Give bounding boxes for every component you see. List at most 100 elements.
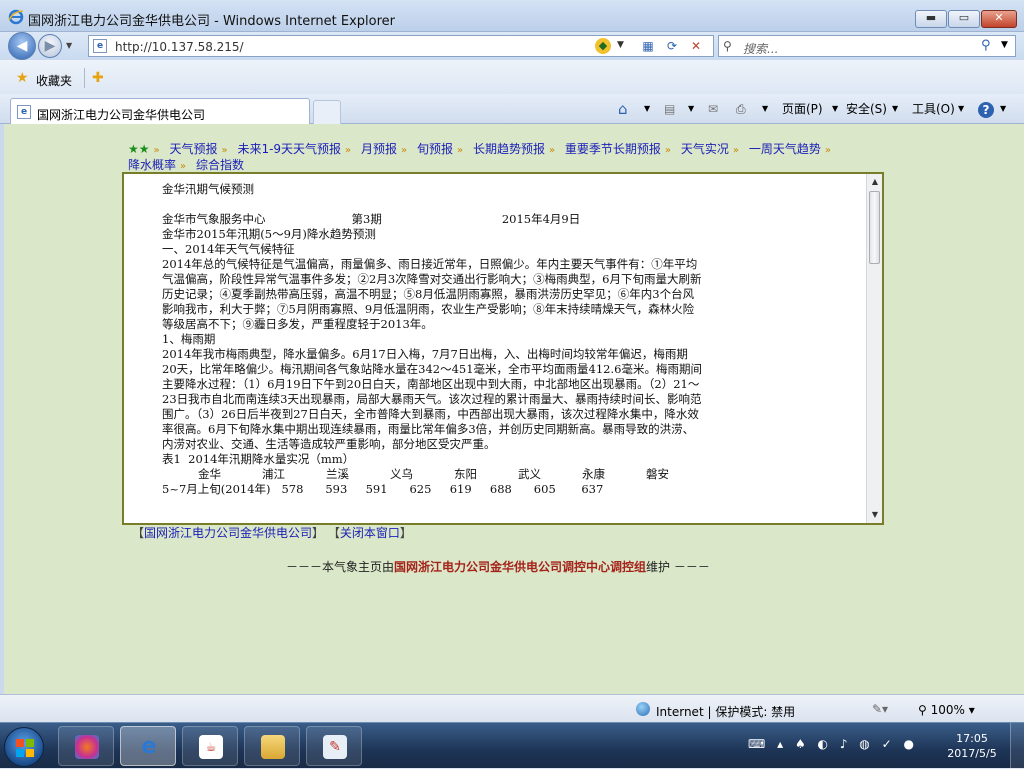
page-menu-dropdown-icon[interactable]: ▼ <box>832 100 838 120</box>
favorites-separator <box>84 68 85 88</box>
clock[interactable]: 17:05 2017/5/5 <box>944 731 1000 761</box>
home-dropdown-icon[interactable]: ▼ <box>644 100 650 120</box>
taskbar-media-center[interactable] <box>58 726 114 766</box>
address-dropdown-icon[interactable]: ▼ <box>617 40 624 50</box>
feeds-dropdown-icon[interactable]: ▼ <box>688 100 694 120</box>
search-options-dropdown-icon[interactable]: ▼ <box>1001 40 1008 50</box>
history-dropdown-icon[interactable]: ▼ <box>66 41 72 50</box>
tab-row: e 国网浙江电力公司金华供电公司 ⌂ ▼ ▤ ▼ ✉ ⎙ ▼ 页面(P) ▼ 安… <box>0 94 1024 124</box>
report-table-title: 表1 2014年汛期降水量实况（mm） <box>162 452 355 466</box>
nav-link-observations[interactable]: 天气实况 <box>681 142 729 156</box>
nav-link-long-term[interactable]: 长期趋势预报 <box>473 142 545 156</box>
nav-link-forecast[interactable]: 天气预报 <box>169 142 217 156</box>
report-date: 2015年4月9日 <box>501 212 581 226</box>
search-icon[interactable]: ⚲ <box>981 38 991 53</box>
footer-text: －－－本气象主页由国网浙江电力公司金华供电公司调控中心调控组维护 －－－ <box>286 560 710 574</box>
print-dropdown-icon[interactable]: ▼ <box>762 100 768 120</box>
page-content: ★★» 天气预报» 未来1-9天天气预报» 月预报» 旬预报» 长期趋势预报» … <box>0 124 1024 694</box>
status-bar: Internet | 保护模式: 禁用 ✎▾ ⚲ 100% ▾ <box>0 694 1024 722</box>
nav-stars-icon: ★★ <box>128 142 150 156</box>
nav-link-dekad[interactable]: 旬预报 <box>417 142 453 156</box>
back-button[interactable]: ◀ <box>8 32 36 60</box>
print-icon[interactable]: ⎙ <box>736 100 746 120</box>
windows-logo-icon <box>16 739 34 757</box>
zoom-level[interactable]: ⚲ 100% ▾ <box>918 703 975 717</box>
tab-active[interactable]: e 国网浙江电力公司金华供电公司 <box>10 98 310 124</box>
scroll-down-icon[interactable]: ▼ <box>867 507 882 523</box>
paint-icon: ✎ <box>323 735 347 759</box>
rss-feed-icon[interactable]: ▦ <box>639 38 657 54</box>
tools-menu[interactable]: 工具(O) <box>912 100 955 120</box>
scroll-thumb[interactable] <box>869 191 880 264</box>
add-favorite-icon[interactable]: ✚ <box>92 70 104 86</box>
maximize-button[interactable]: ▭ <box>948 10 980 28</box>
status-tools-icon[interactable]: ✎▾ <box>872 702 888 716</box>
home-icon[interactable]: ⌂ <box>618 100 628 120</box>
zone-status[interactable]: Internet | 保护模式: 禁用 <box>656 703 795 720</box>
media-center-icon <box>75 735 99 759</box>
nav-link-precip-prob[interactable]: 降水概率 <box>128 158 176 172</box>
page-menu[interactable]: 页面(P) <box>782 100 823 120</box>
forward-button[interactable]: ▶ <box>38 34 62 58</box>
favorites-button[interactable]: 收藏夹 <box>36 72 72 89</box>
refresh-icon[interactable]: ⟳ <box>663 38 681 54</box>
tools-menu-dropdown-icon[interactable]: ▼ <box>958 100 964 120</box>
close-window-link[interactable]: 关闭本窗口 <box>340 526 400 540</box>
nav-link-weekly[interactable]: 一周天气趋势 <box>749 142 821 156</box>
close-window-button[interactable]: ✕ <box>981 10 1017 28</box>
report-paragraph-1: 2014年总的气候特征是气温偏高，雨量偏多、雨日接近常年，日照偏少。年内主要天气… <box>162 257 702 331</box>
search-box[interactable]: ⚲ 搜索... ⚲ ▼ <box>718 35 1016 57</box>
system-tray[interactable]: ⌨ ▴ ♠ ◐ ♪ ◍ ✓ ● <box>748 737 918 751</box>
taskbar-paint[interactable]: ✎ <box>306 726 362 766</box>
favorites-bar: ★ 收藏夹 ✚ <box>0 60 1024 94</box>
footer-org: 国网浙江电力公司金华供电公司调控中心调控组 <box>394 560 647 574</box>
help-icon[interactable]: ? <box>978 102 994 118</box>
compatibility-view-icon[interactable]: ◆ <box>595 38 611 54</box>
nav-link-1-9-day[interactable]: 未来1-9天天气预报 <box>237 142 341 156</box>
safety-menu[interactable]: 安全(S) <box>846 100 887 120</box>
address-url[interactable]: http://10.137.58.215/ <box>115 40 244 54</box>
new-tab-button[interactable] <box>313 100 341 124</box>
home-link[interactable]: 国网浙江电力公司金华供电公司 <box>144 526 312 540</box>
search-input[interactable]: 搜索... <box>743 40 778 57</box>
address-bar[interactable]: e http://10.137.58.215/ ◆ ▼ ▦ ⟳ ✕ <box>88 35 714 57</box>
report-table-row-cut: 5~7月上旬(2014年) 578 593 591 625 619 688 60… <box>162 482 604 496</box>
clock-time: 17:05 <box>956 732 988 745</box>
taskbar-ie[interactable]: e <box>120 726 176 766</box>
report-title: 金华汛期气候预测 <box>162 182 254 196</box>
report-issue: 第3期 <box>351 212 382 226</box>
feeds-icon[interactable]: ▤ <box>664 100 675 120</box>
report-section-1: 一、2014年天气气候特征 <box>162 242 295 256</box>
nav-link-indices[interactable]: 综合指数 <box>196 158 244 172</box>
scroll-up-icon[interactable]: ▲ <box>867 174 882 190</box>
safety-menu-dropdown-icon[interactable]: ▼ <box>892 100 898 120</box>
report-org: 金华市气象服务中心 <box>162 212 266 226</box>
favorites-star-icon[interactable]: ★ <box>16 70 29 86</box>
nav-link-seasonal[interactable]: 重要季节长期预报 <box>565 142 661 156</box>
stop-icon[interactable]: ✕ <box>687 38 705 54</box>
report-subsection-1: 1、梅雨期 <box>162 332 216 346</box>
ie-logo-icon <box>8 9 24 25</box>
help-dropdown-icon[interactable]: ▼ <box>1000 100 1006 120</box>
navigation-bar: ◀ ▶ ▼ e http://10.137.58.215/ ◆ ▼ ▦ ⟳ ✕ … <box>0 32 1024 60</box>
window-titlebar: 国网浙江电力公司金华供电公司 - Windows Internet Explor… <box>0 0 1024 32</box>
java-icon: ☕ <box>199 735 223 759</box>
show-desktop-button[interactable] <box>1010 723 1024 769</box>
ie-taskbar-icon: e <box>141 734 157 759</box>
tab-title: 国网浙江电力公司金华供电公司 <box>37 108 206 122</box>
window-title: 国网浙江电力公司金华供电公司 - Windows Internet Explor… <box>28 14 395 29</box>
report-subtitle: 金华市2015年汛期(5～9月)降水趋势预测 <box>162 227 376 241</box>
report-scrollbar[interactable]: ▲ ▼ <box>866 174 882 523</box>
taskbar-java[interactable]: ☕ <box>182 726 238 766</box>
taskbar-explorer[interactable] <box>244 726 300 766</box>
report-frame[interactable]: 金华汛期气候预测 金华市气象服务中心 第3期 2015年4月9日 金华市2015年汛… <box>122 172 884 525</box>
page-icon: e <box>93 39 107 53</box>
read-mail-icon[interactable]: ✉ <box>708 100 718 120</box>
folder-icon <box>261 735 285 759</box>
start-button[interactable] <box>4 727 44 767</box>
minimize-button[interactable]: ▬ <box>915 10 947 28</box>
taskbar: e ☕ ✎ ⌨ ▴ ♠ ◐ ♪ ◍ ✓ ● 17:05 2017/5/5 <box>0 722 1024 769</box>
nav-link-monthly[interactable]: 月预报 <box>361 142 397 156</box>
bottom-links: 【国网浙江电力公司金华供电公司】 【关闭本窗口】 <box>132 526 412 540</box>
report-table-header: 金华 浦江 兰溪 义乌 东阳 武义 永康 磐安 <box>198 467 669 481</box>
